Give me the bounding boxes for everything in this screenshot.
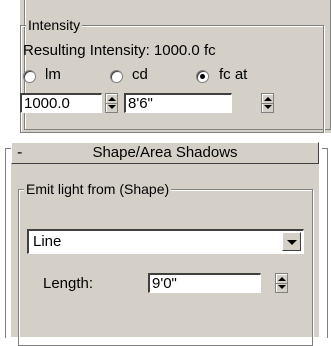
shape-rollout-header[interactable]: - Shape/Area Shadows [11, 142, 319, 164]
intensity-value-field[interactable]: 1000.0 [20, 93, 102, 113]
spinner-down-icon[interactable] [108, 105, 116, 109]
unit-fc-at-radio[interactable] [196, 70, 209, 83]
distance-field[interactable]: 8'6" [124, 93, 232, 113]
spinner-down-icon[interactable] [264, 105, 272, 109]
emit-light-group [18, 189, 313, 346]
spinner-up-icon[interactable] [264, 97, 272, 101]
panel-gutter [0, 0, 20, 133]
rollout-separator [0, 133, 331, 142]
resulting-intensity-label: Resulting Intensity: 1000.0 fc [23, 42, 216, 59]
spinner-up-icon[interactable] [108, 97, 116, 101]
spinner-divider [106, 103, 117, 104]
unit-cd-radio[interactable] [110, 70, 123, 83]
shape-rollout-body: Emit light from (Shape) Line Length: 9'0… [11, 164, 319, 346]
intensity-group-title: Intensity [26, 17, 83, 33]
spinner-up-icon[interactable] [278, 277, 286, 281]
spinner-divider [276, 283, 287, 284]
length-spinner[interactable] [275, 273, 288, 293]
unit-lm-label: lm [45, 66, 61, 83]
spinner-down-icon[interactable] [278, 285, 286, 289]
dropdown-arrow-icon[interactable] [282, 232, 301, 251]
length-field[interactable]: 9'0" [148, 273, 261, 293]
properties-panel: Intensity Resulting Intensity: 1000.0 fc… [0, 0, 331, 346]
unit-lm-radio[interactable] [23, 70, 36, 83]
shape-dropdown[interactable]: Line [27, 229, 304, 254]
distance-spinner[interactable] [261, 93, 274, 113]
length-label: Length: [43, 275, 94, 292]
rollout-bracket-right [322, 148, 328, 338]
intensity-rollout: Intensity Resulting Intensity: 1000.0 fc… [20, 0, 331, 133]
emit-light-group-title: Emit light from (Shape) [24, 181, 172, 197]
unit-fc-at-label: fc at [219, 66, 248, 83]
shape-dropdown-value: Line [33, 233, 62, 250]
intensity-value-spinner[interactable] [105, 93, 118, 113]
spinner-divider [262, 103, 273, 104]
unit-cd-label: cd [132, 66, 148, 83]
shape-rollout-title: Shape/Area Shadows [92, 144, 238, 161]
